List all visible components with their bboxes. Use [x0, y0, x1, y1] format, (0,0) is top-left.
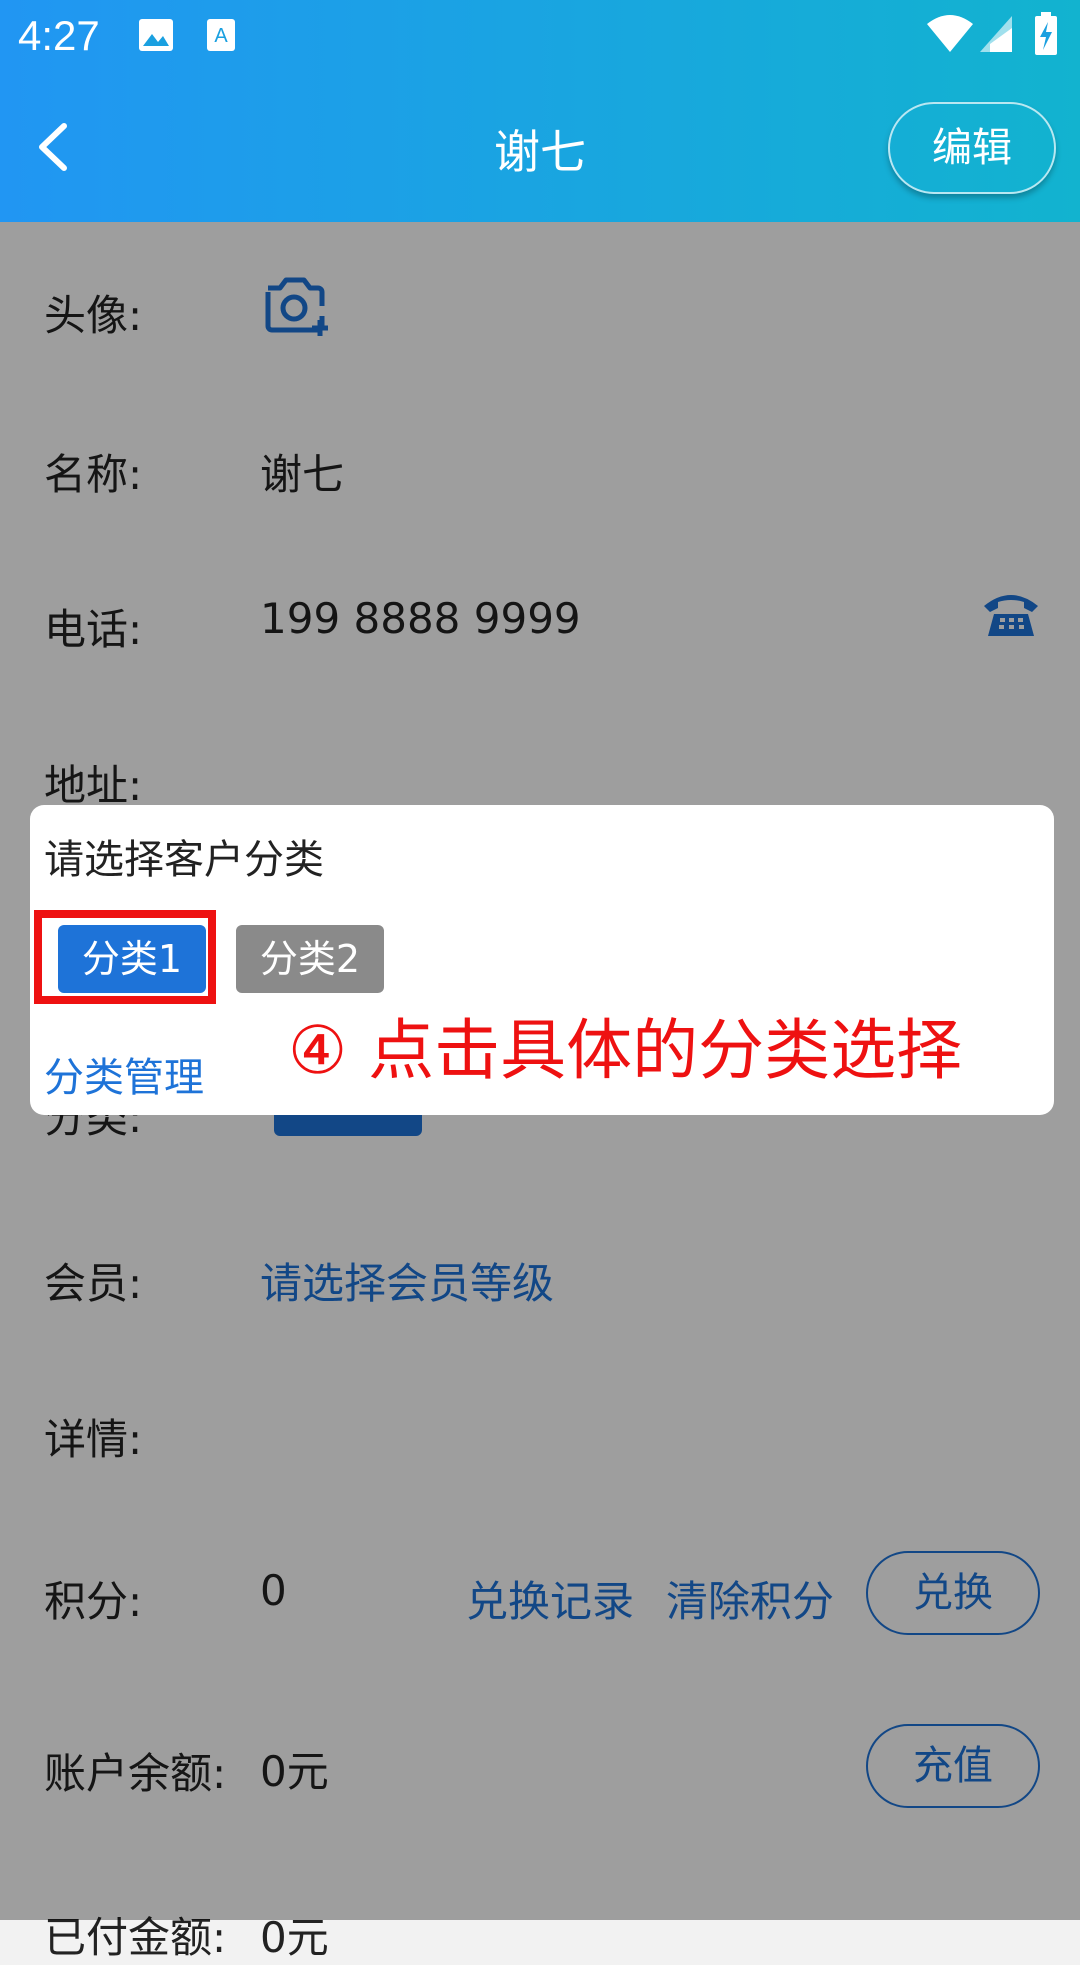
tutorial-annotation: ④ 点击具体的分类选择: [288, 1012, 963, 1089]
cell-signal-icon: [980, 16, 1012, 52]
image-icon: [139, 19, 173, 51]
category-option-2[interactable]: 分类2: [236, 925, 384, 993]
category-picker-dialog: 请选择客户分类 分类1 分类2 分类管理 ④ 点击具体的分类选择: [30, 805, 1054, 1115]
category-manage-link[interactable]: 分类管理: [44, 1045, 204, 1103]
wifi-icon: [927, 15, 973, 52]
dialog-title: 请选择客户分类: [44, 837, 324, 883]
edit-button[interactable]: 编辑: [888, 102, 1056, 194]
status-bar: 4:27 A: [0, 0, 1080, 72]
status-time: 4:27: [18, 12, 100, 59]
svg-text:A: A: [214, 25, 228, 47]
highlight-box: [34, 910, 216, 1004]
text-app-icon: A: [207, 19, 235, 51]
battery-icon: [1035, 12, 1057, 55]
